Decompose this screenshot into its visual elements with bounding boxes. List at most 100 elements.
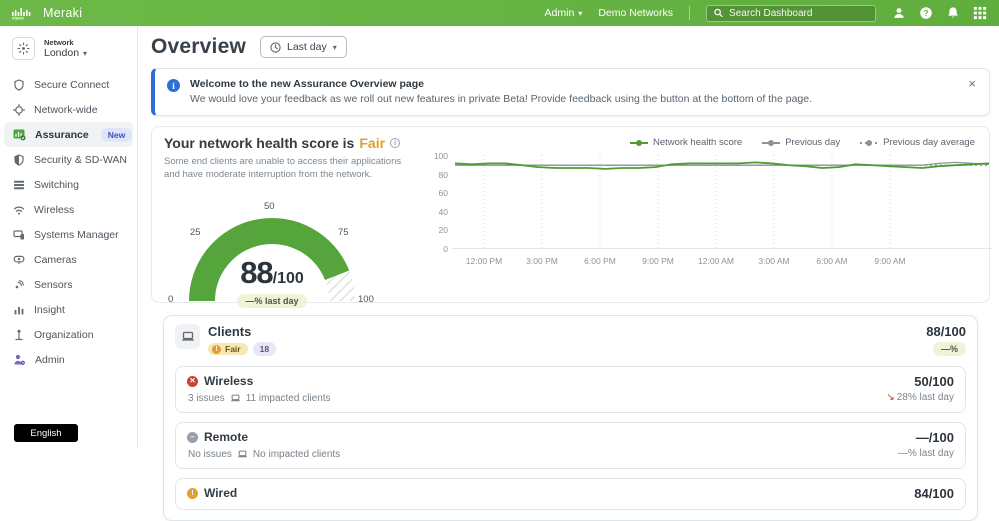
clients-card: Clients ! Fair 18 88/100 —% ✕ Wireless xyxy=(163,315,978,521)
gauge-tick: 25 xyxy=(190,227,201,238)
security-shield-icon xyxy=(13,154,25,166)
sidebar: Network London ▾ Secure Connect Network-… xyxy=(0,26,138,449)
time-range-button[interactable]: Last day ▾ xyxy=(260,36,347,58)
brand-name: Meraki xyxy=(43,6,82,20)
y-tick-label: 0 xyxy=(424,244,448,254)
sidebar-item-cameras[interactable]: Cameras xyxy=(4,247,133,272)
legend-previous-day-average: Previous day average xyxy=(860,137,975,148)
close-icon[interactable]: × xyxy=(968,76,976,91)
shield-icon xyxy=(13,79,25,91)
gauge-score-value: 88 xyxy=(240,255,272,290)
row-impacted: No impacted clients xyxy=(253,449,340,460)
banner-title: Welcome to the new Assurance Overview pa… xyxy=(190,78,959,90)
x-tick-label: 3:00 PM xyxy=(516,256,568,266)
sidebar-item-switching[interactable]: Switching xyxy=(4,172,133,197)
x-tick-label: 12:00 PM xyxy=(458,256,510,266)
legend-marker-green xyxy=(630,142,648,144)
devices-icon xyxy=(13,229,25,241)
chevron-down-icon: ▾ xyxy=(333,43,337,52)
x-tick-label: 9:00 PM xyxy=(632,256,684,266)
health-description: Some end clients are unable to access th… xyxy=(164,155,414,182)
cisco-meraki-logo: cisco Meraki xyxy=(12,6,82,20)
sidebar-item-secure-connect[interactable]: Secure Connect xyxy=(4,72,133,97)
row-score: 50/100 xyxy=(886,374,954,389)
sidebar-item-admin[interactable]: Admin xyxy=(4,347,133,372)
sensor-icon xyxy=(13,279,25,291)
sidebar-item-assurance[interactable]: Assurance New xyxy=(4,122,133,147)
language-selector[interactable]: English xyxy=(14,424,78,442)
sidebar-item-network-wide[interactable]: Network-wide xyxy=(4,97,133,122)
admin-person-gear-icon xyxy=(13,353,26,366)
legend-previous-day: Previous day xyxy=(762,137,840,148)
sidebar-item-security-sdwan[interactable]: Security & SD-WAN xyxy=(4,147,133,172)
health-rating: Fair xyxy=(359,135,385,151)
legend-marker-dotted xyxy=(860,142,878,144)
svg-text:cisco: cisco xyxy=(12,16,24,21)
chevron-down-icon: ▾ xyxy=(83,49,87,58)
x-tick-label: 9:00 AM xyxy=(864,256,916,266)
chart-legend: Network health score Previous day Previo… xyxy=(424,137,975,148)
admin-menu[interactable]: Admin ▾ xyxy=(545,7,583,19)
client-row-wireless[interactable]: ✕ Wireless 3 issues 11 impacted clients … xyxy=(175,366,966,413)
new-badge: New xyxy=(101,128,132,142)
info-icon: i xyxy=(167,79,180,92)
health-line-chart-area: 020406080100 12:00 PM3:00 PM6:00 PM9:00 … xyxy=(424,152,977,294)
laptop-icon xyxy=(175,324,200,349)
row-issues: 3 issues xyxy=(188,393,225,404)
clock-icon xyxy=(270,42,281,53)
network-health-card: Your network health score is Fair i Some… xyxy=(151,126,990,303)
row-impacted: 11 impacted clients xyxy=(246,393,331,404)
banner-body: We would love your feedback as we roll o… xyxy=(190,93,959,105)
network-label: Network xyxy=(44,38,87,47)
org-switcher[interactable]: Demo Networks xyxy=(598,7,673,19)
camera-icon xyxy=(13,254,25,266)
gauge-delta-badge: —% last day xyxy=(237,294,306,308)
top-bar: cisco Meraki Admin ▾ Demo Networks ? xyxy=(0,0,999,26)
warning-icon: ! xyxy=(187,488,198,499)
x-tick-label: 12:00 AM xyxy=(690,256,742,266)
row-score: 84/100 xyxy=(914,486,954,501)
row-score: —/100 xyxy=(898,430,954,445)
y-tick-label: 20 xyxy=(424,225,448,235)
notifications-bell-icon[interactable] xyxy=(946,6,960,20)
apps-grid-icon[interactable] xyxy=(973,6,987,20)
svg-text:?: ? xyxy=(924,9,929,18)
legend-marker-gray xyxy=(762,142,780,144)
account-icon[interactable] xyxy=(892,6,906,20)
switch-stack-icon xyxy=(13,179,25,191)
gauge-tick: 75 xyxy=(338,227,349,238)
client-row-remote[interactable]: – Remote No issues No impacted clients —… xyxy=(175,422,966,469)
gauge-score-max: /100 xyxy=(273,270,304,287)
network-selector[interactable]: Network London ▾ xyxy=(0,26,137,69)
sidebar-item-sensors[interactable]: Sensors xyxy=(4,272,133,297)
laptop-icon xyxy=(237,450,248,459)
client-row-wired[interactable]: ! Wired 84/100 xyxy=(175,478,966,510)
clients-rating-badge: ! Fair xyxy=(208,343,248,355)
gauge-tick: 50 xyxy=(264,201,275,212)
main-content: Overview Last day ▾ i Welcome to the new… xyxy=(138,26,999,449)
sidebar-item-organization[interactable]: Organization xyxy=(4,322,133,347)
sidebar-item-systems-manager[interactable]: Systems Manager xyxy=(4,222,133,247)
sidebar-item-wireless[interactable]: Wireless xyxy=(4,197,133,222)
search-input[interactable] xyxy=(729,8,868,19)
error-icon: ✕ xyxy=(187,376,198,387)
x-tick-label: 6:00 AM xyxy=(806,256,858,266)
sidebar-item-insight[interactable]: Insight xyxy=(4,297,133,322)
cisco-logo-icon: cisco xyxy=(12,7,36,20)
row-delta: ↘28% last day xyxy=(886,392,954,403)
x-tick-label: 6:00 PM xyxy=(574,256,626,266)
trend-down-icon: ↘ xyxy=(886,392,894,403)
info-icon[interactable]: i xyxy=(390,138,400,148)
page-title: Overview xyxy=(151,35,246,59)
divider xyxy=(689,6,690,20)
search-box[interactable] xyxy=(706,5,876,22)
y-tick-label: 80 xyxy=(424,170,448,180)
clients-score: 88/100 xyxy=(926,324,966,339)
network-site-icon xyxy=(12,37,35,60)
organization-icon xyxy=(13,329,25,341)
help-icon[interactable]: ? xyxy=(919,6,933,20)
wifi-icon xyxy=(13,204,25,216)
network-name: London xyxy=(44,47,79,59)
y-tick-label: 40 xyxy=(424,207,448,217)
clients-delta-badge: —% xyxy=(933,342,966,356)
